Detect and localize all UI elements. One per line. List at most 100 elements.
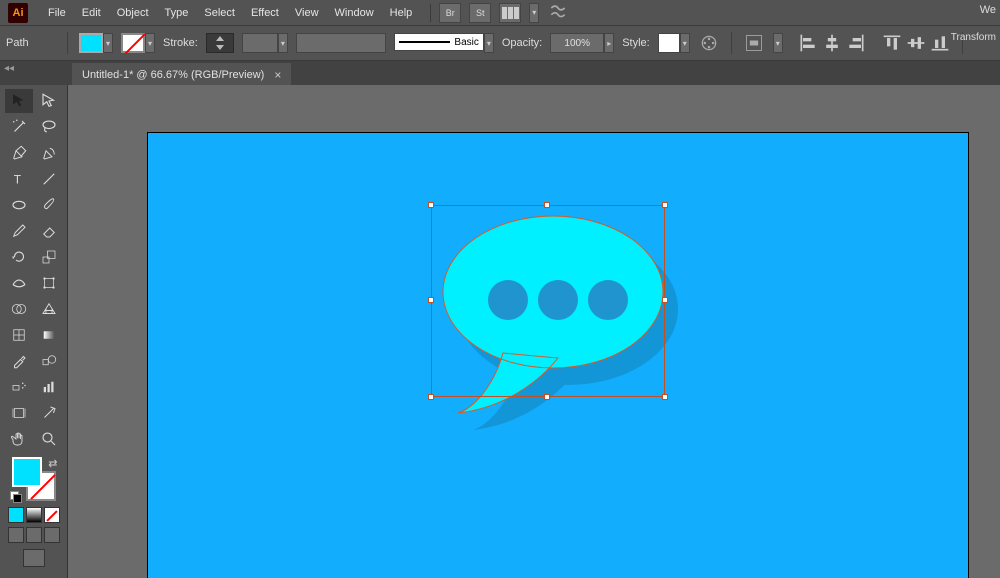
selection-tool-icon[interactable]	[5, 89, 33, 113]
align-right-icon[interactable]	[845, 32, 867, 54]
fill-stroke-indicator[interactable]: ⇄	[12, 457, 56, 501]
align-to-dropdown-icon[interactable]: ▾	[773, 33, 783, 53]
handle-s[interactable]	[544, 394, 550, 400]
line-tool-icon[interactable]	[35, 167, 63, 191]
recolor-icon[interactable]	[698, 32, 720, 54]
swap-fill-stroke-icon[interactable]: ⇄	[48, 457, 57, 470]
gradient-tool-icon[interactable]	[35, 323, 63, 347]
screen-mode-icon[interactable]	[23, 549, 45, 567]
handle-e[interactable]	[662, 297, 668, 303]
selection-bounding-box[interactable]	[431, 205, 665, 397]
menu-window[interactable]: Window	[327, 3, 382, 23]
fill-indicator-icon[interactable]	[12, 457, 42, 487]
hand-tool-icon[interactable]	[5, 427, 33, 451]
direct-selection-tool-icon[interactable]	[35, 89, 63, 113]
handle-ne[interactable]	[662, 202, 668, 208]
stroke-swatch[interactable]	[121, 33, 145, 53]
slice-tool-icon[interactable]	[35, 401, 63, 425]
brush-selector[interactable]: Basic	[394, 33, 484, 51]
style-label: Style:	[622, 37, 650, 49]
style-dropdown-icon[interactable]: ▾	[680, 33, 690, 53]
menu-view[interactable]: View	[287, 3, 327, 23]
menu-help[interactable]: Help	[382, 3, 421, 23]
stroke-dropdown-icon[interactable]: ▾	[145, 33, 155, 53]
color-mode-row	[8, 507, 60, 523]
arrange-documents-icon[interactable]	[499, 3, 521, 23]
artboard[interactable]	[148, 133, 968, 578]
curvature-tool-icon[interactable]	[35, 141, 63, 165]
canvas-area[interactable]	[68, 85, 1000, 578]
fill-swatch[interactable]	[79, 33, 103, 53]
brush-dropdown-icon[interactable]: ▾	[484, 33, 494, 53]
stock-icon[interactable]: St	[469, 3, 491, 23]
align-vcenter-icon[interactable]	[905, 32, 927, 54]
align-left-icon[interactable]	[797, 32, 819, 54]
eyedropper-tool-icon[interactable]	[5, 349, 33, 373]
gradient-mode-icon[interactable]	[26, 507, 42, 523]
lasso-tool-icon[interactable]	[35, 115, 63, 139]
mesh-tool-icon[interactable]	[5, 323, 33, 347]
blend-tool-icon[interactable]	[35, 349, 63, 373]
bridge-icon[interactable]: Br	[439, 3, 461, 23]
pencil-tool-icon[interactable]	[5, 219, 33, 243]
fill-dropdown-icon[interactable]: ▾	[103, 33, 113, 53]
draw-mode-row	[8, 527, 60, 543]
scale-tool-icon[interactable]	[35, 245, 63, 269]
align-to-icon[interactable]	[743, 32, 765, 54]
menu-type[interactable]: Type	[157, 3, 197, 23]
options-bar: Path ▾ ▾ Stroke: ▾ Basic ▾ Opacity: 100%…	[0, 25, 1000, 61]
rotate-tool-icon[interactable]	[5, 245, 33, 269]
default-fill-stroke-icon[interactable]	[10, 491, 20, 501]
document-tab-bar: ◂◂ Untitled-1* @ 66.67% (RGB/Preview) ×	[0, 61, 1000, 85]
arrange-dropdown-icon[interactable]: ▾	[529, 3, 539, 23]
workspace-switcher[interactable]: We	[980, 4, 996, 16]
perspective-tool-icon[interactable]	[35, 297, 63, 321]
column-graph-tool-icon[interactable]	[35, 375, 63, 399]
document-tab-title: Untitled-1* @ 66.67% (RGB/Preview)	[82, 69, 264, 81]
close-tab-icon[interactable]: ×	[274, 68, 281, 82]
draw-behind-icon[interactable]	[26, 527, 42, 543]
free-transform-tool-icon[interactable]	[35, 271, 63, 295]
menu-edit[interactable]: Edit	[74, 3, 109, 23]
gpu-icon[interactable]	[547, 2, 569, 24]
handle-sw[interactable]	[428, 394, 434, 400]
handle-w[interactable]	[428, 297, 434, 303]
stroke-label: Stroke:	[163, 37, 198, 49]
transform-panel-label[interactable]: Transform	[947, 32, 1000, 43]
opacity-dropdown-icon[interactable]: ▸	[604, 33, 614, 53]
width-tool-icon[interactable]	[5, 271, 33, 295]
graphic-style-swatch[interactable]	[658, 33, 680, 53]
menu-effect[interactable]: Effect	[243, 3, 287, 23]
ellipse-tool-icon[interactable]	[5, 193, 33, 217]
artboard-tool-icon[interactable]	[5, 401, 33, 425]
selection-type-label: Path	[6, 37, 56, 49]
collapse-panel-icon[interactable]: ◂◂	[4, 63, 14, 74]
menu-select[interactable]: Select	[196, 3, 243, 23]
align-hcenter-icon[interactable]	[821, 32, 843, 54]
handle-se[interactable]	[662, 394, 668, 400]
magic-wand-tool-icon[interactable]	[5, 115, 33, 139]
document-tab[interactable]: Untitled-1* @ 66.67% (RGB/Preview) ×	[72, 63, 291, 85]
handle-n[interactable]	[544, 202, 550, 208]
symbol-sprayer-tool-icon[interactable]	[5, 375, 33, 399]
type-tool-icon[interactable]: T	[5, 167, 33, 191]
menu-object[interactable]: Object	[109, 3, 157, 23]
paintbrush-tool-icon[interactable]	[35, 193, 63, 217]
handle-nw[interactable]	[428, 202, 434, 208]
brush-definition-preview[interactable]	[296, 33, 386, 53]
color-mode-icon[interactable]	[8, 507, 24, 523]
draw-normal-icon[interactable]	[8, 527, 24, 543]
shape-builder-tool-icon[interactable]	[5, 297, 33, 321]
menu-file[interactable]: File	[40, 3, 74, 23]
opacity-label: Opacity:	[502, 37, 542, 49]
none-mode-icon[interactable]	[44, 507, 60, 523]
width-profile-dropdown-icon[interactable]: ▾	[278, 33, 288, 53]
stroke-weight-field[interactable]	[206, 33, 234, 53]
opacity-field[interactable]: 100%	[550, 33, 604, 53]
pen-tool-icon[interactable]	[5, 141, 33, 165]
draw-inside-icon[interactable]	[44, 527, 60, 543]
zoom-tool-icon[interactable]	[35, 427, 63, 451]
eraser-tool-icon[interactable]	[35, 219, 63, 243]
variable-width-profile[interactable]	[242, 33, 278, 53]
align-top-icon[interactable]	[881, 32, 903, 54]
